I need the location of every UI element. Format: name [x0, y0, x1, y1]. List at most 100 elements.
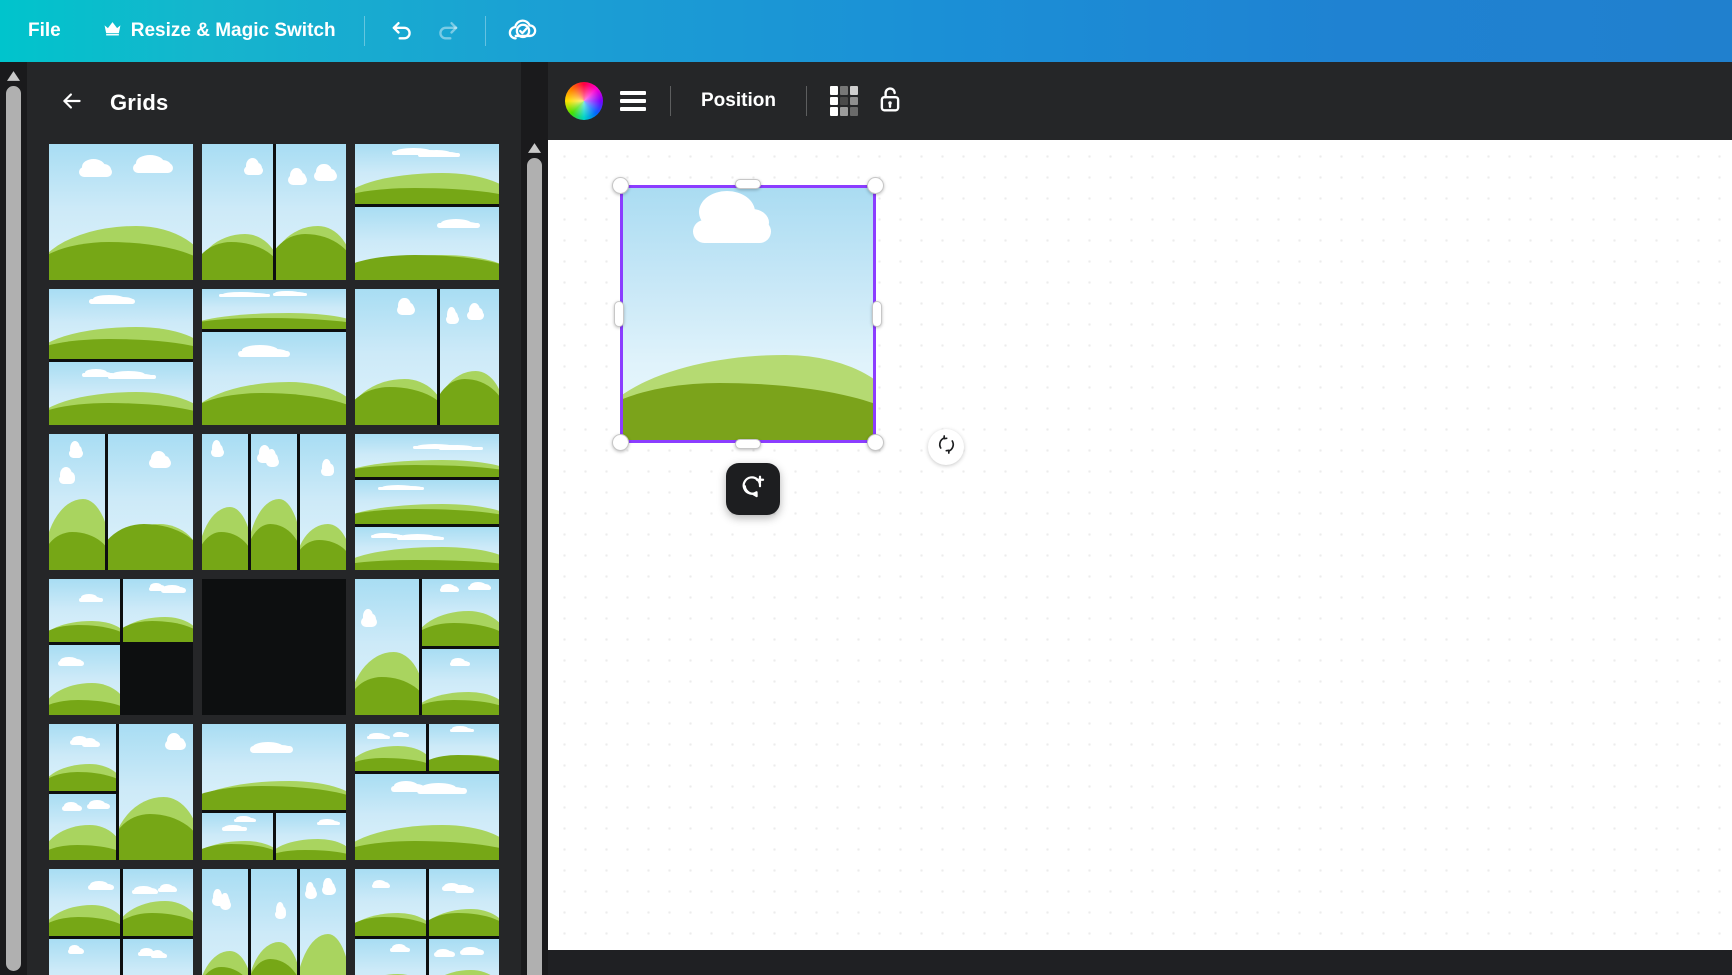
grid-2-cols[interactable]	[202, 144, 346, 280]
grid-cell	[202, 331, 346, 425]
grid-3-cols-b[interactable]	[202, 434, 346, 570]
resize-handle-bottom-right[interactable]	[867, 434, 884, 451]
resize-handle-bottom-left[interactable]	[612, 434, 629, 451]
panel-scrollbar[interactable]	[521, 62, 548, 975]
cloud-shape	[257, 445, 274, 463]
grid-3-cols-a[interactable]	[355, 289, 499, 425]
hamburger-lines-icon	[620, 91, 646, 111]
resize-handle-top[interactable]	[735, 179, 761, 189]
cloud-shape	[138, 948, 158, 957]
grid-1up-2down[interactable]	[202, 579, 346, 715]
panel-header: Grids	[27, 62, 548, 144]
cloud-shape	[460, 946, 485, 956]
cloud-shape	[244, 158, 263, 176]
hill-dark-shape	[422, 700, 499, 715]
panel-caret-up-icon[interactable]	[526, 140, 543, 155]
grid-cell	[300, 869, 346, 975]
back-button[interactable]	[52, 83, 92, 123]
grid-cell	[355, 773, 499, 860]
grid-2-rows-alt[interactable]	[49, 289, 193, 425]
grid-cell	[49, 869, 120, 936]
grid-quad-b[interactable]	[202, 869, 346, 975]
rail-scrollbar[interactable]	[0, 62, 27, 975]
selected-element[interactable]	[612, 177, 884, 451]
grid-cell	[355, 144, 499, 205]
resize-handle-top-right[interactable]	[867, 177, 884, 194]
editor-app: File Resize & Magic Switch Grids Positio…	[0, 0, 1732, 975]
cloud-shape	[78, 594, 103, 603]
cloud-shape	[692, 191, 771, 244]
grid-2-cols-b[interactable]	[49, 434, 193, 570]
grid-1x1[interactable]	[49, 144, 193, 280]
grid-cell	[428, 724, 499, 771]
grid-row	[49, 144, 526, 280]
caret-up-icon[interactable]	[5, 68, 22, 83]
cloud-shape	[434, 948, 455, 958]
transparency-button[interactable]	[821, 78, 867, 124]
grid-cell	[122, 938, 193, 975]
crown-icon	[103, 19, 122, 44]
grid-template-list[interactable]	[27, 144, 548, 975]
cloud-shape	[164, 732, 186, 750]
lock-button[interactable]	[867, 78, 913, 124]
grid-left-right[interactable]	[355, 579, 499, 715]
grid-top-pair[interactable]	[355, 724, 499, 860]
resize-handle-right[interactable]	[872, 301, 882, 327]
rotate-button[interactable]	[928, 429, 964, 465]
save-status-button[interactable]	[500, 9, 546, 53]
grid-2up-1down[interactable]	[49, 579, 193, 715]
undo-button[interactable]	[379, 9, 425, 53]
add-comment-icon	[739, 473, 767, 506]
grid-stack-left[interactable]	[49, 724, 193, 860]
cloud-shape	[445, 307, 460, 325]
grid-quad-c[interactable]	[355, 869, 499, 975]
grid-row	[49, 289, 526, 425]
grid-cell	[202, 724, 346, 811]
redo-button[interactable]	[425, 9, 471, 53]
grid-cell	[49, 289, 193, 359]
cloud-shape	[210, 440, 224, 458]
edit-menu-button[interactable]	[610, 78, 656, 124]
hill-dark-shape	[355, 187, 499, 205]
cloud-shape	[89, 294, 136, 304]
grid-cell	[119, 724, 193, 860]
cloud-shape	[371, 880, 391, 889]
grid-cell	[202, 434, 248, 570]
resize-handle-top-left[interactable]	[612, 177, 629, 194]
resize-handle-bottom[interactable]	[735, 439, 761, 449]
checkerboard-icon	[829, 86, 858, 116]
hill-dark-shape	[202, 393, 346, 425]
grid-cell	[355, 434, 499, 478]
resize-handle-left[interactable]	[614, 301, 624, 327]
undo-icon	[388, 15, 416, 48]
grid-cell	[275, 144, 346, 280]
landscape-image[interactable]	[622, 187, 874, 441]
grid-cell	[422, 648, 499, 715]
toolbar-divider-2	[484, 16, 486, 46]
canvas-toolbar-divider-2	[805, 86, 807, 116]
hill-dark-shape	[355, 255, 499, 280]
grid-3-rows[interactable]	[355, 434, 499, 570]
grid-cell	[355, 869, 426, 936]
color-picker-button[interactable]	[564, 78, 610, 124]
cloud-shape	[449, 658, 470, 667]
sky-shape	[355, 938, 426, 975]
design-canvas[interactable]	[548, 140, 1732, 950]
grid-quad-a[interactable]	[49, 869, 193, 975]
resize-magic-switch-button[interactable]: Resize & Magic Switch	[89, 9, 350, 53]
cloud-shape	[390, 944, 410, 953]
grid-cell	[49, 579, 120, 643]
cloud-shape	[378, 484, 425, 491]
add-comment-button[interactable]	[726, 463, 780, 515]
rail-scrollbar-thumb[interactable]	[6, 86, 21, 971]
position-button[interactable]: Position	[685, 78, 792, 124]
grid-row	[49, 579, 526, 715]
file-menu-button[interactable]: File	[14, 9, 75, 53]
grid-2-rows[interactable]	[355, 144, 499, 280]
hill-dark-shape	[122, 912, 193, 936]
grid-center-big[interactable]	[202, 724, 346, 860]
panel-scrollbar-thumb[interactable]	[527, 158, 542, 975]
grid-cell	[428, 938, 499, 975]
grid-top-strip[interactable]	[202, 289, 346, 425]
grid-cell	[251, 869, 297, 975]
